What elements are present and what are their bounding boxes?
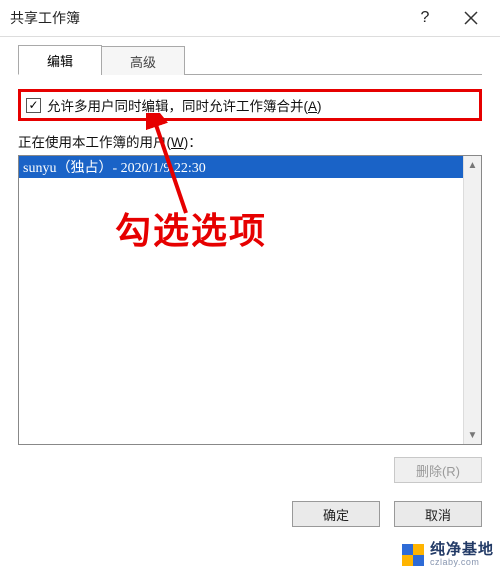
list-item[interactable]: sunyu（独占）- 2020/1/9 22:30 xyxy=(19,156,463,178)
tab-advanced[interactable]: 高级 xyxy=(101,46,185,75)
help-icon: ? xyxy=(421,9,430,27)
titlebar: 共享工作簿 ? xyxy=(0,0,500,36)
watermark-name: 纯净基地 xyxy=(430,542,494,559)
window-controls: ? xyxy=(402,3,494,33)
ok-button[interactable]: 确定 xyxy=(292,501,380,527)
tab-strip: 编辑 高级 xyxy=(18,45,482,75)
window-title: 共享工作簿 xyxy=(10,8,80,28)
tab-edit[interactable]: 编辑 xyxy=(18,45,102,75)
annotation-highlight: ✓ 允许多用户同时编辑，同时允许工作簿合并(A) xyxy=(18,89,482,121)
watermark-logo-icon xyxy=(402,544,424,566)
checkmark-icon: ✓ xyxy=(28,99,38,111)
userlist-box: sunyu（独占）- 2020/1/9 22:30 ▲ ▼ xyxy=(18,155,482,445)
watermark: 纯净基地 czlaby.com xyxy=(402,542,494,568)
help-button[interactable]: ? xyxy=(402,3,448,33)
footer-buttons: 确定 取消 xyxy=(18,501,482,527)
remove-row: 删除(R) xyxy=(18,457,482,483)
cancel-button[interactable]: 取消 xyxy=(394,501,482,527)
close-icon xyxy=(464,11,478,25)
close-button[interactable] xyxy=(448,3,494,33)
scroll-down-icon[interactable]: ▼ xyxy=(464,426,481,444)
watermark-url: czlaby.com xyxy=(430,558,494,568)
scrollbar[interactable]: ▲ ▼ xyxy=(463,156,481,444)
remove-button: 删除(R) xyxy=(394,457,482,483)
allow-multiuser-label: 允许多用户同时编辑，同时允许工作簿合并(A) xyxy=(47,95,322,115)
allow-multiuser-checkbox[interactable]: ✓ xyxy=(26,98,41,113)
userlist[interactable]: sunyu（独占）- 2020/1/9 22:30 xyxy=(19,156,463,444)
dialog-body: 编辑 高级 ✓ 允许多用户同时编辑，同时允许工作簿合并(A) 正在使用本工作簿的… xyxy=(0,36,500,541)
scroll-up-icon[interactable]: ▲ xyxy=(464,156,481,174)
userlist-label: 正在使用本工作簿的用户(W)： xyxy=(18,131,482,151)
